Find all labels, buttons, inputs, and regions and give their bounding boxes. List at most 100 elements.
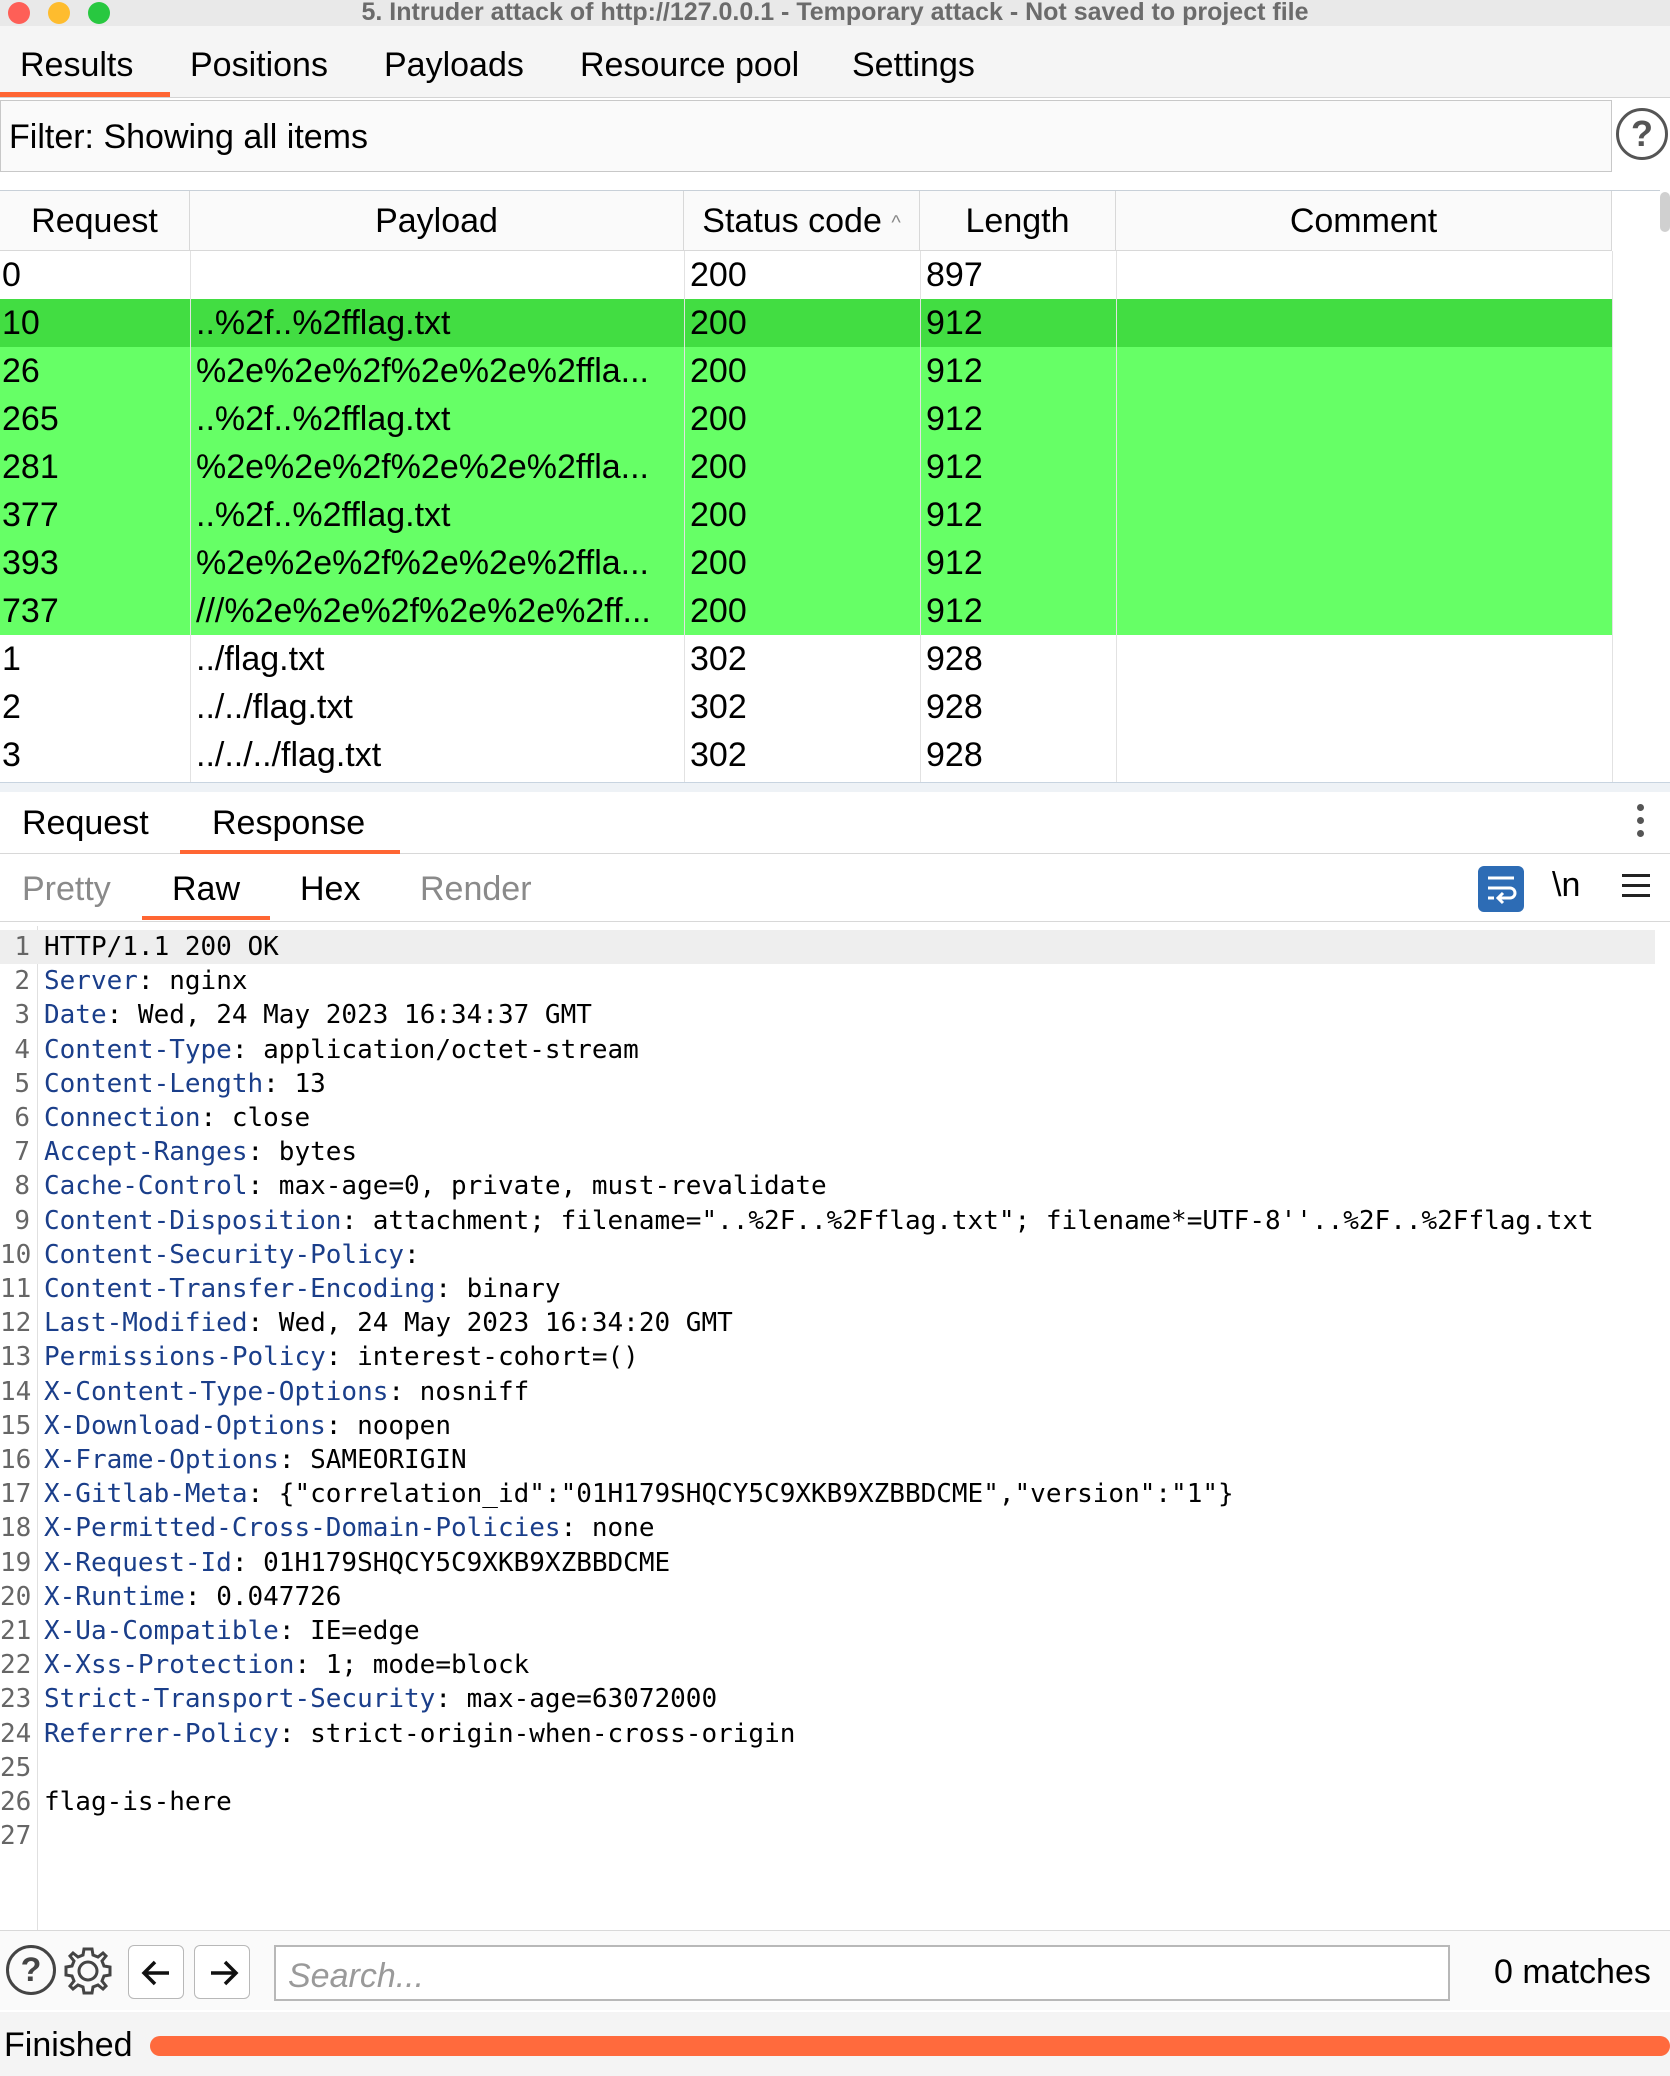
cell-length: 912 bbox=[926, 304, 983, 342]
editor-line: 24 Referrer-Policy: strict-origin-when-cr… bbox=[0, 1717, 1660, 1751]
header-name: X-Request-Id bbox=[44, 1547, 232, 1578]
results-table: Request Payload Status code ^ Length Com… bbox=[0, 190, 1660, 782]
header-name: Accept-Ranges bbox=[44, 1137, 248, 1168]
results-filter-bar[interactable]: Filter: Showing all items bbox=[0, 100, 1612, 172]
column-header-length[interactable]: Length bbox=[920, 191, 1116, 251]
hamburger-icon[interactable] bbox=[1622, 874, 1650, 904]
tab-settings[interactable]: Settings bbox=[852, 46, 975, 85]
header-value: : none bbox=[560, 1513, 655, 1544]
table-row[interactable]: 265 ..%2f..%2fflag.txt 200 912 bbox=[0, 395, 1612, 443]
header-value: : close bbox=[200, 1103, 311, 1133]
tab-results[interactable]: Results bbox=[20, 46, 133, 85]
line-number: 20 bbox=[0, 1581, 32, 1612]
header-value: : application/octet-stream bbox=[231, 1034, 639, 1065]
cell-payload: ///%2e%2e%2f%2e%2e%2ff... bbox=[196, 592, 651, 630]
window-title: 5. Intruder attack of http://127.0.0.1 -… bbox=[361, 0, 1309, 26]
line-number: 10 bbox=[0, 1239, 32, 1270]
cell-request: 3 bbox=[2, 736, 21, 774]
header-value: : IE=edge bbox=[278, 1616, 420, 1646]
cell-payload: ../../../flag.txt bbox=[196, 736, 382, 774]
cell-request: 377 bbox=[2, 496, 59, 534]
tab-pretty[interactable]: Pretty bbox=[22, 870, 111, 909]
window-titlebar: 5. Intruder attack of http://127.0.0.1 -… bbox=[0, 0, 1670, 26]
table-row[interactable]: 2 ../../flag.txt 302 928 bbox=[0, 683, 1612, 731]
table-row[interactable]: 10 ..%2f..%2fflag.txt 200 912 bbox=[0, 299, 1612, 347]
cell-status-code: 200 bbox=[690, 400, 747, 438]
help-icon[interactable]: ? bbox=[1616, 108, 1668, 160]
header-value: : 0.047726 bbox=[184, 1581, 342, 1612]
cell-request: 393 bbox=[2, 544, 59, 582]
table-row[interactable]: 3 ../../../flag.txt 302 928 bbox=[0, 731, 1612, 779]
column-header-request[interactable]: Request bbox=[0, 191, 190, 251]
tab-resource-pool[interactable]: Resource pool bbox=[580, 46, 799, 85]
column-divider bbox=[1116, 251, 1117, 782]
line-content: Content-Transfer-Encoding: binary bbox=[44, 1272, 561, 1306]
header-name: X-Gitlab-Meta bbox=[44, 1479, 248, 1510]
header-name: X-Download-Options bbox=[44, 1410, 326, 1441]
table-row[interactable]: 737 ///%2e%2e%2f%2e%2e%2ff... 200 912 bbox=[0, 587, 1612, 635]
header-name: Date bbox=[44, 1000, 107, 1031]
cell-status-code: 200 bbox=[690, 256, 747, 294]
header-name: X-Ua-Compatible bbox=[44, 1616, 279, 1646]
cell-payload: %2e%2e%2f%2e%2e%2ffla... bbox=[196, 544, 650, 582]
tab-raw[interactable]: Raw bbox=[172, 870, 240, 909]
column-header-payload[interactable]: Payload bbox=[190, 191, 684, 251]
gear-icon[interactable] bbox=[62, 1945, 114, 1997]
cell-request: 26 bbox=[2, 352, 40, 390]
wrap-lines-icon[interactable] bbox=[1478, 866, 1524, 912]
header-name: Strict-Transport-Security bbox=[44, 1684, 436, 1715]
previous-match-button[interactable] bbox=[128, 1945, 184, 1999]
editor-line: 11 Content-Transfer-Encoding: binary bbox=[0, 1272, 1660, 1306]
editor-line: 21 X-Ua-Compatible: IE=edge bbox=[0, 1614, 1660, 1648]
table-row[interactable]: 0 200 897 bbox=[0, 251, 1612, 299]
table-row[interactable]: 377 ..%2f..%2fflag.txt 200 912 bbox=[0, 491, 1612, 539]
column-header-comment[interactable]: Comment bbox=[1116, 191, 1612, 251]
line-content: Connection: close bbox=[44, 1101, 310, 1135]
column-divider bbox=[920, 251, 921, 782]
header-name: X-Frame-Options bbox=[44, 1445, 279, 1475]
cell-request: 281 bbox=[2, 448, 59, 486]
tab-hex[interactable]: Hex bbox=[300, 870, 360, 909]
line-number: 2 bbox=[14, 966, 30, 997]
line-content: X-Xss-Protection: 1; mode=block bbox=[44, 1648, 529, 1682]
line-number: 13 bbox=[0, 1342, 32, 1373]
help-icon[interactable]: ? bbox=[6, 1945, 56, 1995]
more-options-icon[interactable] bbox=[1637, 804, 1645, 844]
editor-line: 19 X-Request-Id: 01H179SHQCY5C9XKB9XZBBDC… bbox=[0, 1546, 1660, 1580]
cell-payload: %2e%2e%2f%2e%2e%2ffla... bbox=[196, 448, 650, 486]
cell-length: 928 bbox=[926, 736, 983, 774]
cell-status-code: 302 bbox=[690, 736, 747, 774]
next-match-button[interactable] bbox=[194, 1945, 250, 1999]
table-row[interactable]: 1 ../flag.txt 302 928 bbox=[0, 635, 1612, 683]
attack-progress-fill bbox=[150, 2036, 1670, 2056]
header-name: Content-Type bbox=[44, 1034, 232, 1065]
response-editor[interactable]: 1 HTTP/1.1 200 OK 2 Server: nginx 3 Date: Wed… bbox=[0, 926, 1670, 1930]
cell-comment bbox=[1122, 683, 1608, 731]
split-pane-divider[interactable] bbox=[0, 782, 1670, 792]
table-row[interactable]: 26 %2e%2e%2f%2e%2e%2ffla... 200 912 bbox=[0, 347, 1612, 395]
show-newlines-button[interactable]: \n bbox=[1552, 866, 1580, 905]
line-content: X-Request-Id: 01H179SHQCY5C9XKB9XZBBDCME bbox=[44, 1546, 670, 1580]
cell-status-code: 200 bbox=[690, 544, 747, 582]
search-input[interactable]: Search... bbox=[274, 1945, 1450, 2001]
tab-response[interactable]: Response bbox=[212, 804, 365, 843]
tab-positions[interactable]: Positions bbox=[190, 46, 328, 85]
table-scrollbar[interactable] bbox=[1660, 192, 1670, 232]
editor-line: 3 Date: Wed, 24 May 2023 16:34:37 GMT bbox=[0, 998, 1660, 1032]
tab-request[interactable]: Request bbox=[22, 804, 149, 843]
header-value: : binary bbox=[435, 1274, 561, 1304]
cell-comment bbox=[1122, 539, 1608, 587]
arrow-right-icon bbox=[211, 1960, 239, 1986]
column-header-status-code[interactable]: Status code ^ bbox=[684, 191, 920, 251]
cell-request: 265 bbox=[2, 400, 59, 438]
table-row[interactable]: 281 %2e%2e%2f%2e%2e%2ffla... 200 912 bbox=[0, 443, 1612, 491]
tab-payloads[interactable]: Payloads bbox=[384, 46, 524, 85]
header-name: X-Content-Type-Options bbox=[44, 1376, 389, 1407]
search-bar: ? Search... 0 matches bbox=[0, 1930, 1670, 2010]
table-row[interactable]: 393 %2e%2e%2f%2e%2e%2ffla... 200 912 bbox=[0, 539, 1612, 587]
line-content: Date: Wed, 24 May 2023 16:34:37 GMT bbox=[44, 998, 592, 1032]
header-value: : bbox=[404, 1239, 420, 1270]
line-content: X-Ua-Compatible: IE=edge bbox=[44, 1614, 420, 1648]
tab-render[interactable]: Render bbox=[420, 870, 532, 909]
editor-line: 22 X-Xss-Protection: 1; mode=block bbox=[0, 1648, 1660, 1682]
